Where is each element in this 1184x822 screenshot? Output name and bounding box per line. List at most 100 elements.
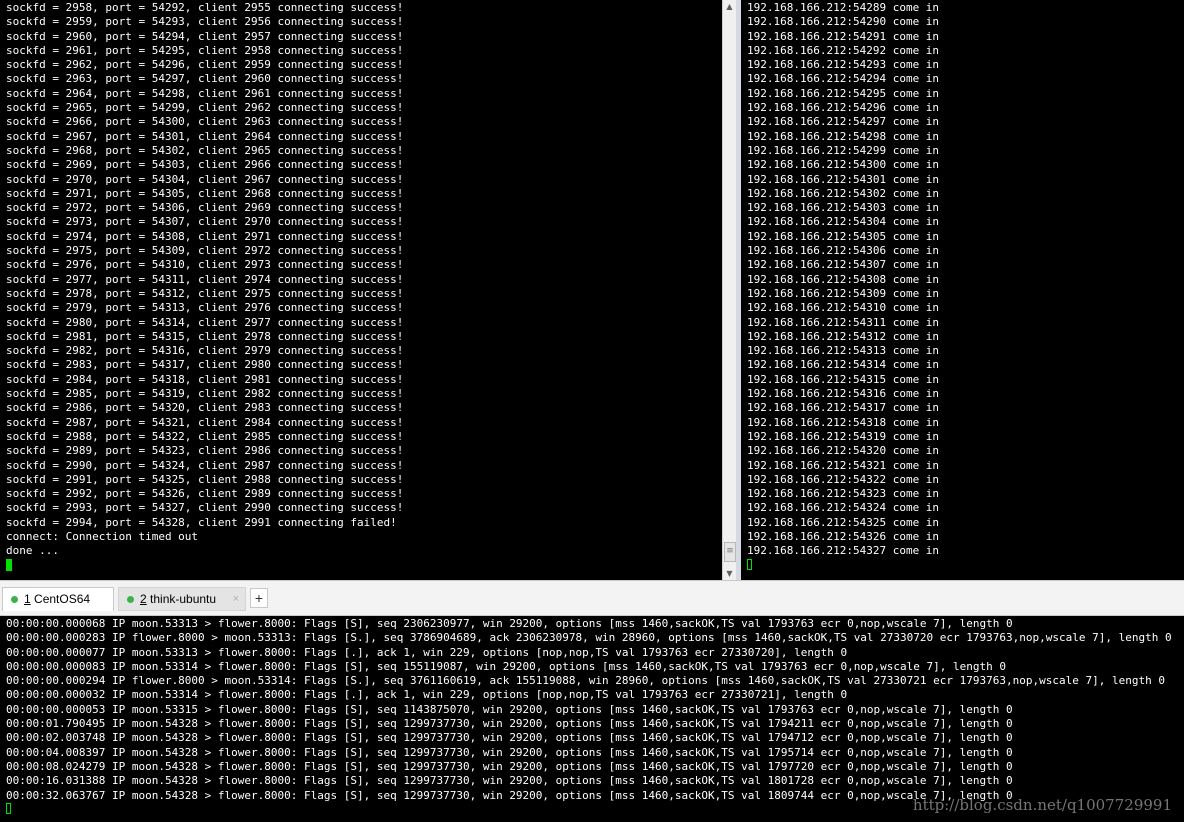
terminal-line: 192.168.166.212:54324 come in: [747, 501, 940, 515]
terminal-line: 192.168.166.212:54323 come in: [747, 487, 940, 501]
terminal-line: 00:00:08.024279 IP moon.54328 > flower.8…: [6, 759, 1013, 773]
terminal-line: 192.168.166.212:54313 come in: [747, 344, 940, 358]
terminal-line: sockfd = 2960, port = 54294, client 2957…: [6, 29, 404, 43]
right-terminal-pane[interactable]: 192.168.166.212:54289 come in 192.168.166…: [741, 0, 1184, 580]
terminal-line: sockfd = 2993, port = 54327, client 2990…: [6, 501, 404, 515]
terminal-line: sockfd = 2958, port = 54292, client 2955…: [6, 1, 404, 14]
terminal-line: 192.168.166.212:54314 come in: [747, 358, 940, 372]
terminal-line: 192.168.166.212:54308 come in: [747, 272, 940, 286]
terminal-line: 192.168.166.212:54315 come in: [747, 372, 940, 386]
terminal-line: 00:00:04.008397 IP moon.54328 > flower.8…: [6, 745, 1013, 759]
terminal-line: 192.168.166.212:54295 come in: [747, 86, 940, 100]
left-terminal-pane[interactable]: sockfd = 2958, port = 54292, client 2955…: [0, 0, 722, 580]
terminal-line: sockfd = 2974, port = 54308, client 2971…: [6, 229, 404, 243]
terminal-line: 192.168.166.212:54293 come in: [747, 58, 940, 72]
terminal-line: sockfd = 2984, port = 54318, client 2981…: [6, 372, 404, 386]
terminal-line: 192.168.166.212:54301 come in: [747, 172, 940, 186]
terminal-line: 192.168.166.212:54298 come in: [747, 129, 940, 143]
terminal-line: 192.168.166.212:54291 come in: [747, 29, 940, 43]
close-tab-icon[interactable]: ×: [233, 588, 239, 610]
terminal-line: sockfd = 2983, port = 54317, client 2980…: [6, 358, 404, 372]
terminal-cursor: [6, 558, 12, 571]
terminal-line: 192.168.166.212:54319 come in: [747, 429, 940, 443]
terminal-line: sockfd = 2977, port = 54311, client 2974…: [6, 272, 404, 286]
terminal-line: sockfd = 2961, port = 54295, client 2958…: [6, 43, 404, 57]
terminal-line: 192.168.166.212:54296 come in: [747, 101, 940, 115]
terminal-line: sockfd = 2964, port = 54298, client 2961…: [6, 86, 404, 100]
terminal-line: sockfd = 2972, port = 54306, client 2969…: [6, 201, 404, 215]
terminal-line: 192.168.166.212:54309 come in: [747, 286, 940, 300]
terminal-line: sockfd = 2986, port = 54320, client 2983…: [6, 401, 404, 415]
connected-status-icon: [127, 596, 134, 603]
terminal-line: 192.168.166.212:54305 come in: [747, 229, 940, 243]
terminal-line: sockfd = 2959, port = 54293, client 2956…: [6, 15, 404, 29]
terminal-line: sockfd = 2967, port = 54301, client 2964…: [6, 129, 404, 143]
terminal-line: 192.168.166.212:54292 come in: [747, 43, 940, 57]
terminal-line: 192.168.166.212:54311 come in: [747, 315, 940, 329]
connected-status-icon: [11, 596, 18, 603]
terminal-line: sockfd = 2968, port = 54302, client 2965…: [6, 143, 404, 157]
terminal-line: 00:00:00.000083 IP moon.53314 > flower.8…: [6, 659, 1007, 673]
terminal-line: sockfd = 2988, port = 54322, client 2985…: [6, 429, 404, 443]
terminal-line: 192.168.166.212:54304 come in: [747, 215, 940, 229]
terminal-line: sockfd = 2982, port = 54316, client 2979…: [6, 344, 404, 358]
terminal-line: 192.168.166.212:54321 come in: [747, 458, 940, 472]
tab-number: 2: [140, 592, 147, 606]
add-tab-button[interactable]: +: [250, 588, 268, 608]
terminal-line: 192.168.166.212:54306 come in: [747, 244, 940, 258]
terminal-line: done ...: [6, 544, 59, 558]
terminal-line: 192.168.166.212:54289 come in: [747, 1, 940, 14]
terminal-line: 192.168.166.212:54299 come in: [747, 143, 940, 157]
terminal-line: 192.168.166.212:54294 come in: [747, 72, 940, 86]
terminal-line: 00:00:00.000032 IP moon.53314 > flower.8…: [6, 688, 848, 702]
terminal-prompt-line: [747, 558, 1184, 573]
terminal-line: 192.168.166.212:54310 come in: [747, 301, 940, 315]
terminal-line: 192.168.166.212:54316 come in: [747, 387, 940, 401]
terminal-line: 192.168.166.212:54327 come in: [747, 544, 940, 558]
terminal-line: sockfd = 2978, port = 54312, client 2975…: [6, 286, 404, 300]
terminal-line: sockfd = 2991, port = 54325, client 2988…: [6, 472, 404, 486]
scroll-thumb[interactable]: ≡: [724, 542, 736, 562]
terminal-line: 00:00:00.000068 IP moon.53313 > flower.8…: [6, 617, 1013, 630]
terminal-line: sockfd = 2990, port = 54324, client 2987…: [6, 458, 404, 472]
terminal-line: 00:00:00.000283 IP flower.8000 > moon.53…: [6, 631, 1172, 645]
terminal-line: 192.168.166.212:54325 come in: [747, 515, 940, 529]
scroll-up-arrow-icon[interactable]: ▲: [723, 2, 736, 11]
tab-centos64[interactable]: 1 CentOS64: [2, 587, 114, 611]
terminal-line: sockfd = 2963, port = 54297, client 2960…: [6, 72, 404, 86]
left-terminal-scrollbar[interactable]: ▲ ≡ ▼: [722, 0, 736, 580]
terminal-line: sockfd = 2962, port = 54296, client 2959…: [6, 58, 404, 72]
terminal-cursor: [747, 558, 752, 570]
terminal-line: 192.168.166.212:54307 come in: [747, 258, 940, 272]
session-tab-bar: 1 CentOS64 2 think-ubuntu × +: [0, 580, 1184, 616]
terminal-line: connect: Connection timed out: [6, 529, 199, 543]
terminal-line: sockfd = 2980, port = 54314, client 2977…: [6, 315, 404, 329]
terminal-line: 192.168.166.212:54300 come in: [747, 158, 940, 172]
terminal-line: 00:00:00.000053 IP moon.53315 > flower.8…: [6, 702, 1013, 716]
terminal-line: 00:00:00.000077 IP moon.53313 > flower.8…: [6, 645, 848, 659]
terminal-line: sockfd = 2970, port = 54304, client 2967…: [6, 172, 404, 186]
terminal-line: 192.168.166.212:54303 come in: [747, 201, 940, 215]
terminal-cursor: [6, 802, 11, 814]
bottom-terminal-pane[interactable]: 00:00:00.000068 IP moon.53313 > flower.8…: [0, 616, 1184, 822]
tab-number: 1: [24, 592, 31, 606]
terminal-line: 192.168.166.212:54326 come in: [747, 529, 940, 543]
scroll-down-arrow-icon[interactable]: ▼: [723, 569, 736, 578]
terminal-line: sockfd = 2975, port = 54309, client 2972…: [6, 244, 404, 258]
terminal-line: sockfd = 2985, port = 54319, client 2982…: [6, 387, 404, 401]
tab-label: think-ubuntu: [146, 592, 217, 606]
tab-label: CentOS64: [30, 592, 91, 606]
terminal-line: 192.168.166.212:54297 come in: [747, 115, 940, 129]
terminal-line: 192.168.166.212:54322 come in: [747, 472, 940, 486]
terminal-line: 00:00:16.031388 IP moon.54328 > flower.8…: [6, 774, 1013, 788]
terminal-line: sockfd = 2989, port = 54323, client 2986…: [6, 444, 404, 458]
terminal-line: 00:00:01.790495 IP moon.54328 > flower.8…: [6, 717, 1013, 731]
terminal-line: 192.168.166.212:54302 come in: [747, 186, 940, 200]
terminal-line: 00:00:00.000294 IP flower.8000 > moon.53…: [6, 674, 1165, 688]
terminal-line: sockfd = 2965, port = 54299, client 2962…: [6, 101, 404, 115]
tab-think-ubuntu[interactable]: 2 think-ubuntu ×: [118, 587, 246, 611]
terminal-prompt-line: [6, 558, 722, 573]
terminal-line: 192.168.166.212:54290 come in: [747, 15, 940, 29]
terminal-line: sockfd = 2969, port = 54303, client 2966…: [6, 158, 404, 172]
terminal-line: sockfd = 2979, port = 54313, client 2976…: [6, 301, 404, 315]
